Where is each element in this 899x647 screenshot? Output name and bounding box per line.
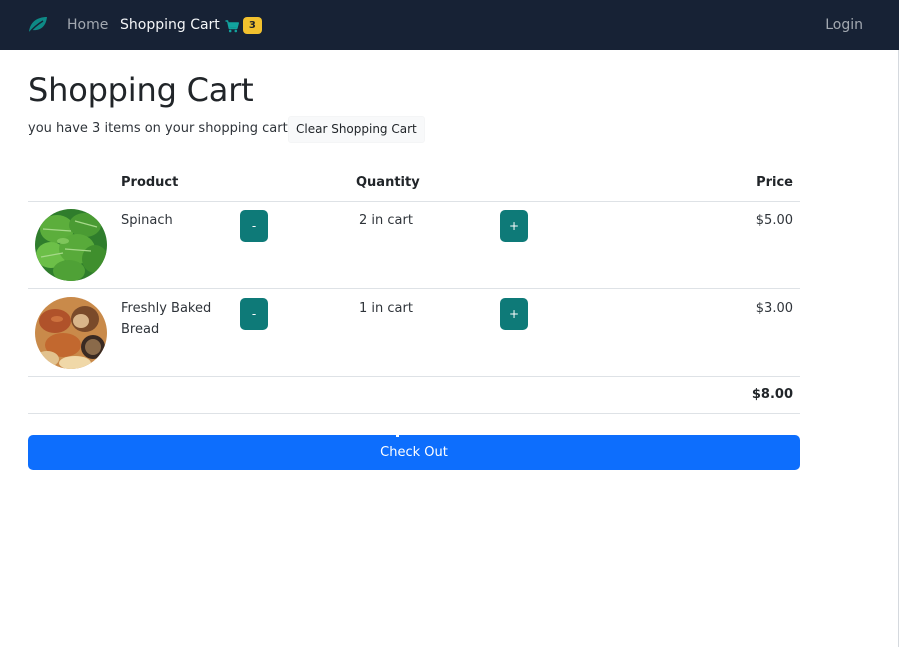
decrease-quantity-button[interactable]: - xyxy=(240,298,268,330)
navbar: Home Shopping Cart 3 Login xyxy=(0,0,899,50)
product-name: Spinach xyxy=(121,213,173,228)
increase-quantity-button[interactable]: + xyxy=(500,210,528,242)
product-price: $3.00 xyxy=(755,301,793,316)
column-header-product: Product xyxy=(121,175,179,190)
focus-mark xyxy=(396,435,399,437)
spinach-image xyxy=(35,209,107,281)
check-out-button[interactable]: Check Out xyxy=(28,435,800,470)
table-row: Spinach - 2 in cart + $5.00 xyxy=(28,202,800,290)
clear-shopping-cart-button[interactable]: Clear Shopping Cart xyxy=(288,116,425,143)
cart-summary-text: you have 3 items on your shopping cart. xyxy=(28,121,292,136)
column-header-quantity: Quantity xyxy=(356,175,420,190)
quantity-text: 1 in cart xyxy=(359,301,413,316)
table-row: Freshly Baked Bread - 1 in cart + $3.00 xyxy=(28,290,800,378)
table-divider xyxy=(28,376,800,377)
page-title: Shopping Cart xyxy=(28,71,254,109)
cart-icon xyxy=(225,19,239,33)
decrease-quantity-button[interactable]: - xyxy=(240,210,268,242)
quantity-text: 2 in cart xyxy=(359,213,413,228)
product-price: $5.00 xyxy=(755,213,793,228)
cart-total: $8.00 xyxy=(751,387,793,402)
product-name: Freshly Baked Bread xyxy=(121,301,212,337)
nav-login-link[interactable]: Login xyxy=(825,15,863,35)
leaf-icon[interactable] xyxy=(27,15,48,34)
bread-image xyxy=(35,297,107,369)
table-divider xyxy=(28,288,800,289)
table-divider xyxy=(28,413,800,414)
increase-quantity-button[interactable]: + xyxy=(500,298,528,330)
nav-shopping-cart-link[interactable]: Shopping Cart 3 xyxy=(120,15,262,35)
nav-cart-label: Shopping Cart xyxy=(120,17,220,33)
column-header-price: Price xyxy=(756,175,793,190)
nav-home-link[interactable]: Home xyxy=(67,15,108,35)
cart-count-badge: 3 xyxy=(242,16,262,34)
check-out-label: Check Out xyxy=(380,445,448,460)
